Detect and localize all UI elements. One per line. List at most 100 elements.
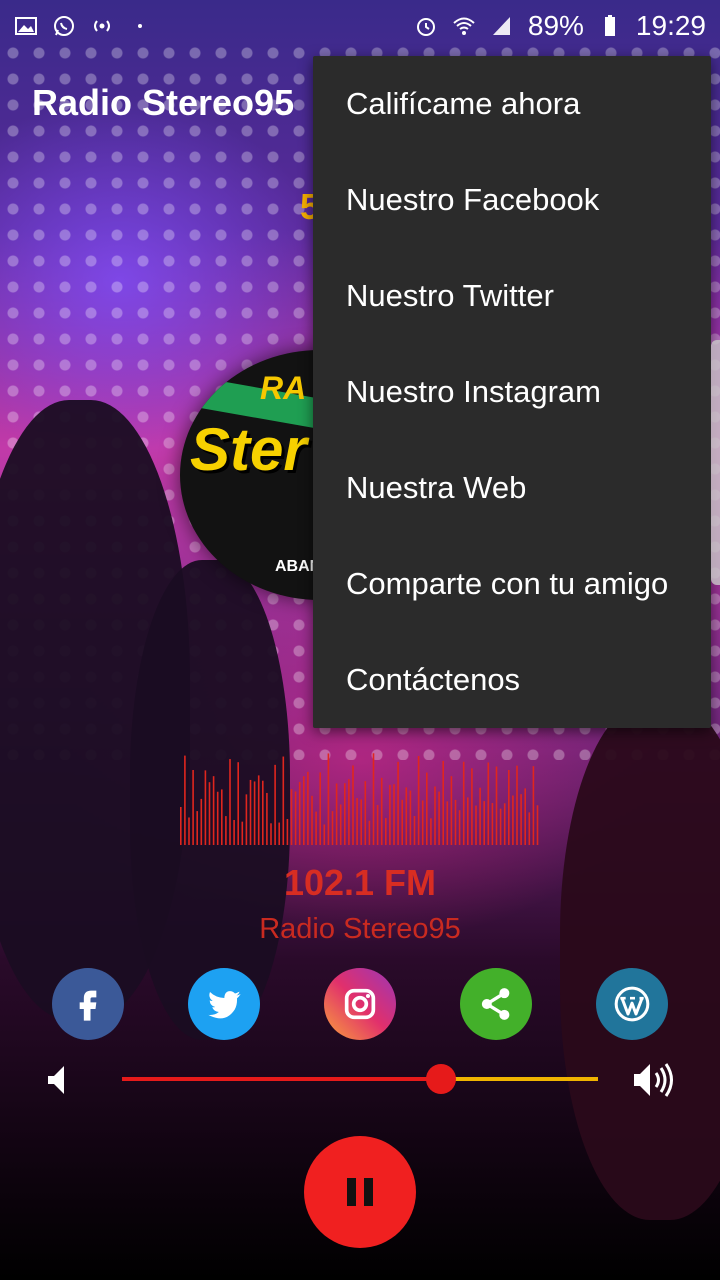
visualizer-bar [426,772,428,845]
visualizer-bar [274,764,276,845]
wordpress-icon [614,986,650,1022]
share-button[interactable] [460,968,532,1040]
visualizer-bar [319,772,321,845]
visualizer-bar [278,822,280,845]
menu-item-rate[interactable]: Califícame ahora [313,56,711,152]
twitter-button[interactable] [188,968,260,1040]
visualizer-bar [467,797,469,845]
visualizer-bar [413,816,416,845]
app-title: Radio Stereo95 [32,82,295,123]
visualizer-bar [528,812,531,845]
visualizer-bar [204,770,207,845]
visualizer-bar [516,765,518,845]
wifi-icon [453,17,475,35]
visualizer-bar [327,753,330,845]
visualizer-bar [196,811,198,845]
clock: 19:29 [635,10,706,41]
signal-icon [492,17,510,35]
visualizer-bar [471,768,473,845]
visualizer-bar [212,776,215,845]
visualizer-bar [270,823,272,845]
visualizer-bar [487,762,490,845]
menu-item-facebook[interactable]: Nuestro Facebook [313,152,711,248]
visualizer-bar [311,795,313,845]
wordpress-button[interactable] [596,968,668,1040]
visualizer-bar [323,824,326,845]
facebook-button[interactable] [52,968,124,1040]
whatsapp-icon [54,16,74,36]
menu-item-web[interactable]: Nuestra Web [313,440,711,536]
visualizer-bar [208,782,211,845]
visualizer-bar [180,807,182,845]
gallery-icon [15,17,37,35]
visualizer-bar [397,761,399,845]
visualizer-bar [192,769,194,845]
visualizer-bar [503,803,506,845]
visualizer-bar [216,791,219,845]
visualizer-bar [483,801,485,845]
overflow-menu: Califícame ahora Nuestro Facebook Nuestr… [313,56,711,728]
battery-icon [604,15,615,36]
visualizer-bar [200,798,203,845]
visualizer-bar [249,779,252,845]
hotspot-icon [94,20,110,32]
visualizer-bar [491,803,494,845]
menu-item-instagram[interactable]: Nuestro Instagram [313,344,711,440]
visualizer-bar [307,771,309,845]
pause-button[interactable] [304,1136,416,1248]
volume-slider-thumb[interactable] [425,1064,456,1094]
visualizer-bar [221,789,223,845]
visualizer-bar [454,799,457,845]
visualizer-bar [495,766,498,845]
visualizer-bar [225,816,227,845]
status-left [14,14,152,38]
visualizer-bar [409,790,412,845]
side-panel-handle[interactable] [711,340,720,585]
menu-item-contact[interactable]: Contáctenos [313,632,711,728]
visualizer-bar [331,811,334,845]
visualizer-bar [450,776,453,845]
battery-percent: 89% [527,10,584,41]
visualizer-bar [286,818,289,845]
visualizer-bar [282,756,285,845]
visualizer-bar [421,800,424,845]
audio-visualizer [180,753,539,845]
visualizer-bar [303,776,305,845]
share-icon [481,988,510,1020]
visualizer-bar [393,784,395,845]
visualizer-bar [475,805,477,845]
volume-up-icon[interactable] [630,1058,678,1102]
visualizer-bar [389,784,391,845]
pause-icon-bar [347,1178,356,1206]
visualizer-bar [405,787,408,845]
visualizer-bar [458,810,461,845]
visualizer-bar [372,753,375,845]
visualizer-bar [434,786,436,845]
instagram-button[interactable] [324,968,396,1040]
logo-text-main: Ster [190,416,307,483]
status-bar: 89% 19:29 [0,0,720,52]
visualizer-bar [188,817,190,845]
visualizer-bar [245,794,248,845]
facebook-icon [79,990,97,1021]
visualizer-bar [430,818,432,845]
station-name: Radio Stereo95 [259,913,461,945]
visualizer-bar [385,818,387,845]
twitter-icon [208,991,241,1019]
dot-icon [138,24,142,28]
logo-text-top: RA [260,370,307,406]
visualizer-bar [298,781,301,845]
visualizer-bar [532,766,535,845]
menu-item-share[interactable]: Comparte con tu amigo [313,536,711,632]
volume-down-icon[interactable] [40,1060,80,1100]
visualizer-bar [442,760,444,845]
visualizer-bar [233,819,235,845]
visualizer-bar [512,795,514,845]
visualizer-bar [360,799,362,845]
visualizer-bar [335,783,338,845]
visualizer-bar [262,780,264,845]
visualizer-bar [417,756,420,845]
visualizer-bar [229,759,231,845]
menu-item-twitter[interactable]: Nuestro Twitter [313,248,711,344]
visualizer-bar [364,781,367,845]
